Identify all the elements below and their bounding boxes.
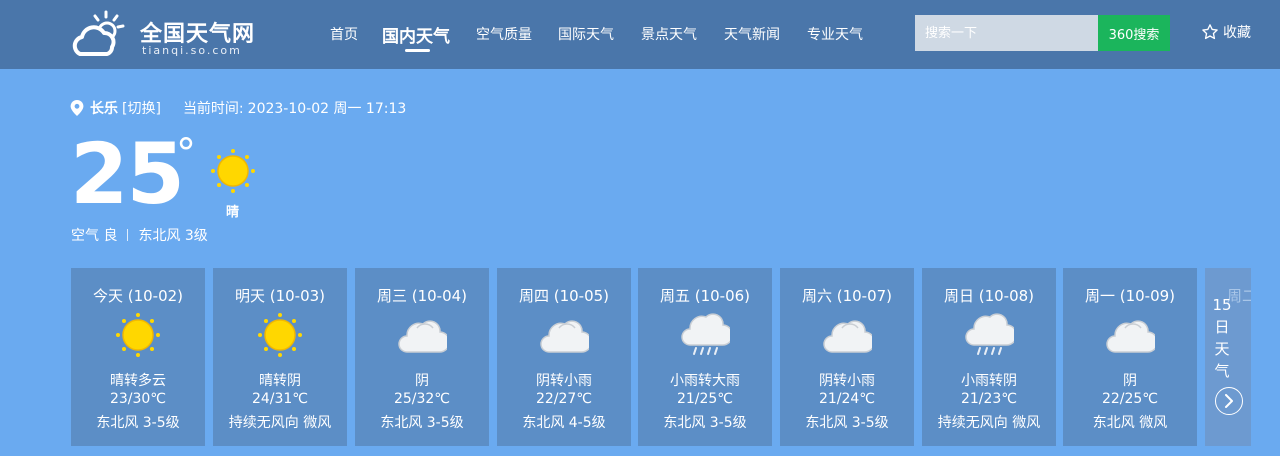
location-row: 长乐 [切换] 当前时间: 2023-10-02 周一 17:13 (70, 98, 406, 118)
logo-subtitle: tianqi.so.com (142, 44, 242, 57)
forecast-card[interactable]: 周三 (10-04) 阴 25/32℃ 东北风 3-5级 (355, 268, 489, 446)
degree-symbol: ° (176, 131, 196, 177)
nav-domestic-weather[interactable]: 国内天气 (382, 22, 450, 47)
forecast-temperature: 24/31℃ (251, 391, 309, 407)
forecast-condition: 阴转小雨 (819, 373, 875, 389)
divider (127, 229, 129, 241)
forecast-wind: 持续无风向 微风 (937, 415, 1041, 431)
air-quality[interactable]: 空气 良 (71, 225, 117, 245)
forecast-card[interactable]: 明天 (10-03) 晴转阴 24/31℃ 持续无风向 微风 (213, 268, 347, 446)
forecast-condition: 小雨转阴 (961, 373, 1017, 389)
chevron-right-icon (1225, 394, 1233, 408)
current-wind: 东北风 3级 (138, 228, 208, 244)
cloud-icon (822, 312, 876, 358)
rain-cloud-icon (964, 312, 1018, 358)
site-logo[interactable]: 全国天气网 tianqi.so.com (70, 6, 260, 62)
forecast-date: 周六 (10-07) (801, 287, 893, 305)
cloud-sun-logo-icon (72, 10, 125, 56)
nav-home[interactable]: 首页 (330, 24, 358, 44)
forecast-wind: 东北风 3-5级 (96, 415, 180, 431)
forecast-date: 明天 (10-03) (234, 287, 326, 305)
location-pin-icon (70, 100, 84, 116)
forecast-wind: 东北风 微风 (1092, 415, 1168, 431)
star-icon (1202, 24, 1218, 40)
current-temperature: 25 (70, 125, 185, 223)
next-arrow-button[interactable] (1215, 387, 1243, 415)
cloud-icon (539, 312, 593, 358)
nav-air-quality[interactable]: 空气质量 (476, 24, 532, 44)
forecast-temperature: 25/32℃ (393, 391, 451, 407)
forecast-condition: 小雨转大雨 (670, 373, 740, 389)
forecast-date: 周日 (10-08) (943, 287, 1035, 305)
forecast-wind: 东北风 3-5级 (805, 415, 889, 431)
forecast-temperature: 22/27℃ (535, 391, 593, 407)
forecast-card[interactable]: 周六 (10-07) 阴转小雨 21/24℃ 东北风 3-5级 (780, 268, 914, 446)
sun-icon (113, 312, 163, 358)
cloud-icon (397, 312, 451, 358)
current-time-label: 当前时间: (182, 101, 244, 117)
forecast-card[interactable]: 今天 (10-02) 晴转多云 23/30℃ 东北风 3-5级 (71, 268, 205, 446)
forecast-date: 周五 (10-06) (659, 287, 751, 305)
sun-icon (255, 312, 305, 358)
search-button[interactable]: 360搜索 (1098, 15, 1170, 51)
fifteen-day-weather-link[interactable]: 15日天气 (1212, 294, 1232, 382)
switch-city-link[interactable]: [切换] (122, 98, 161, 118)
forecast-wind: 东北风 3-5级 (663, 415, 747, 431)
forecast-temperature: 21/24℃ (818, 391, 876, 407)
forecast-condition: 阴 (415, 373, 429, 389)
forecast-temperature: 21/23℃ (960, 391, 1018, 407)
forecast-card[interactable]: 周四 (10-05) 阴转小雨 22/27℃ 东北风 4-5级 (497, 268, 631, 446)
favorite-label: 收藏 (1223, 25, 1251, 41)
forecast-condition: 晴转多云 (110, 373, 166, 389)
forecast-condition: 阴转小雨 (536, 373, 592, 389)
current-time-value: 2023-10-02 周一 17:13 (247, 101, 407, 117)
forecast-date: 今天 (10-02) (92, 287, 184, 305)
nav-international-weather[interactable]: 国际天气 (558, 24, 614, 44)
search-input[interactable] (915, 15, 1098, 51)
nav-weather-news[interactable]: 天气新闻 (724, 24, 780, 44)
top-header: 全国天气网 tianqi.so.com 首页 国内天气 空气质量 国际天气 景点… (0, 0, 1280, 69)
forecast-temperature: 22/25℃ (1101, 391, 1159, 407)
forecast-card[interactable]: 周日 (10-08) 小雨转阴 21/23℃ 持续无风向 微风 (922, 268, 1056, 446)
forecast-card[interactable]: 周五 (10-06) 小雨转大雨 21/25℃ 东北风 3-5级 (638, 268, 772, 446)
city-name: 长乐 (90, 101, 118, 117)
forecast-condition: 阴 (1123, 373, 1137, 389)
cloud-icon (1105, 312, 1159, 358)
forecast-card[interactable]: 周一 (10-09) 阴 22/25℃ 东北风 微风 (1063, 268, 1197, 446)
favorite-button[interactable]: 收藏 (1201, 22, 1251, 42)
nav-active-underline (405, 49, 430, 52)
nav-scenic-weather[interactable]: 景点天气 (641, 24, 697, 44)
forecast-wind: 东北风 4-5级 (522, 415, 606, 431)
forecast-date: 周一 (10-09) (1084, 287, 1176, 305)
forecast-date: 周四 (10-05) (518, 287, 610, 305)
forecast-wind: 东北风 3-5级 (380, 415, 464, 431)
current-condition: 晴 (226, 205, 240, 220)
forecast-date: 周三 (10-04) (376, 287, 468, 305)
forecast-condition: 晴转阴 (259, 373, 301, 389)
nav-pro-weather[interactable]: 专业天气 (807, 24, 863, 44)
forecast-temperature: 23/30℃ (109, 391, 167, 407)
forecast-wind: 持续无风向 微风 (228, 415, 332, 431)
forecast-temperature: 21/25℃ (676, 391, 734, 407)
sun-icon (211, 149, 255, 193)
current-extra-info: 空气 良 东北风 3级 (71, 225, 208, 245)
rain-cloud-icon (680, 312, 734, 358)
